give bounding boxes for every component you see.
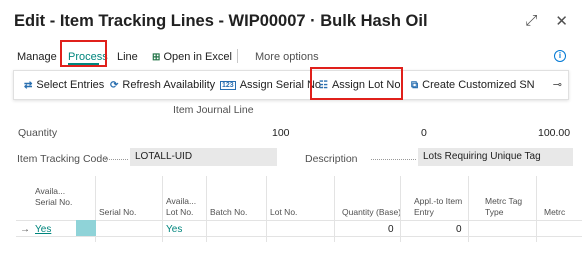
appl-to-item-entry-cell[interactable]: 0 (456, 224, 462, 235)
col-metrc-tag-type[interactable]: Metrc Tag Type (485, 196, 533, 217)
col-metrc[interactable]: Metrc (544, 207, 565, 218)
expand-icon[interactable]: ⤢ (525, 12, 537, 30)
col-lot-no[interactable]: Lot No. (270, 207, 297, 218)
avail-serial-link[interactable]: Yes (35, 224, 51, 235)
quantity-col2-value: 0 (421, 127, 427, 139)
refresh-availability-label: Refresh Availability (122, 79, 216, 91)
grid-divider (162, 176, 163, 242)
refresh-availability-button[interactable]: ⟳ Refresh Availability (110, 79, 215, 91)
item-tracking-code-field[interactable]: LOTALL-UID (130, 148, 277, 166)
assign-serial-no-button[interactable]: 123 Assign Serial No. (220, 79, 324, 91)
refresh-icon: ⟳ (110, 79, 119, 91)
item-tracking-code-label: Item Tracking Code (17, 153, 109, 165)
col-batch-no[interactable]: Batch No. (210, 207, 247, 218)
dotted-leader (371, 159, 416, 160)
close-icon[interactable]: ✕ (555, 12, 568, 30)
row-arrow-icon: → (20, 224, 30, 235)
divider (237, 49, 238, 63)
avail-lot-link[interactable]: Yes (166, 224, 182, 235)
grid-divider (334, 176, 335, 242)
col-quantity-base[interactable]: Quantity (Base) (342, 207, 401, 218)
section-label: Item Journal Line (173, 104, 254, 116)
create-customized-sn-label: Create Customized SN (422, 79, 535, 91)
row-divider (16, 236, 582, 237)
page-title: Edit - Item Tracking Lines - WIP00007 · … (14, 12, 428, 30)
tracking-lines-grid: Availa... Serial No. Serial No. Availa..… (16, 176, 582, 259)
select-entries-icon: ⇄ (24, 79, 33, 91)
open-in-excel-label: Open in Excel (163, 51, 232, 63)
col-avail-serial[interactable]: Availa... Serial No. (35, 186, 77, 207)
serial-icon: 123 (220, 80, 236, 90)
customized-sn-icon: ⧉ (411, 79, 419, 91)
excel-icon: ⊞ (152, 52, 161, 63)
dotted-leader (103, 159, 128, 160)
window-controls: ⤢ ✕ (525, 12, 568, 30)
selected-cell[interactable] (76, 220, 96, 236)
select-entries-button[interactable]: ⇄ Select Entries (24, 79, 104, 91)
tab-open-in-excel[interactable]: ⊞ Open in Excel (152, 51, 232, 63)
assign-lot-highlight-box (310, 67, 403, 100)
quantity-label: Quantity (18, 127, 58, 139)
quantity-base-cell[interactable]: 0 (388, 224, 394, 235)
quantity-value: 100 (272, 127, 290, 139)
tab-line[interactable]: Line (117, 51, 138, 63)
action-ribbon: ⇄ Select Entries ⟳ Refresh Availability 12… (13, 70, 569, 100)
info-icon[interactable]: i (554, 50, 566, 62)
col-avail-lot[interactable]: Availa... Lot No. (166, 196, 202, 217)
col-serial-no[interactable]: Serial No. (99, 207, 136, 218)
process-underline (68, 63, 99, 65)
more-options-button[interactable]: More options (255, 51, 319, 63)
create-customized-sn-button[interactable]: ⧉ Create Customized SN (411, 79, 535, 91)
col-appl-to-item-entry[interactable]: Appl.-to Item Entry (414, 196, 476, 217)
grid-divider (468, 176, 469, 242)
grid-divider (400, 176, 401, 242)
tab-manage[interactable]: Manage (17, 51, 57, 63)
header-divider (16, 220, 582, 221)
select-entries-label: Select Entries (36, 79, 105, 91)
grid-divider (536, 176, 537, 242)
quantity-col3-value: 100.00 (538, 127, 571, 139)
description-label: Description (305, 153, 358, 165)
grid-divider (266, 176, 267, 242)
pin-icon[interactable]: ⊸ (553, 78, 562, 91)
grid-divider (206, 176, 207, 242)
description-field[interactable]: Lots Requiring Unique Tag (418, 148, 573, 166)
